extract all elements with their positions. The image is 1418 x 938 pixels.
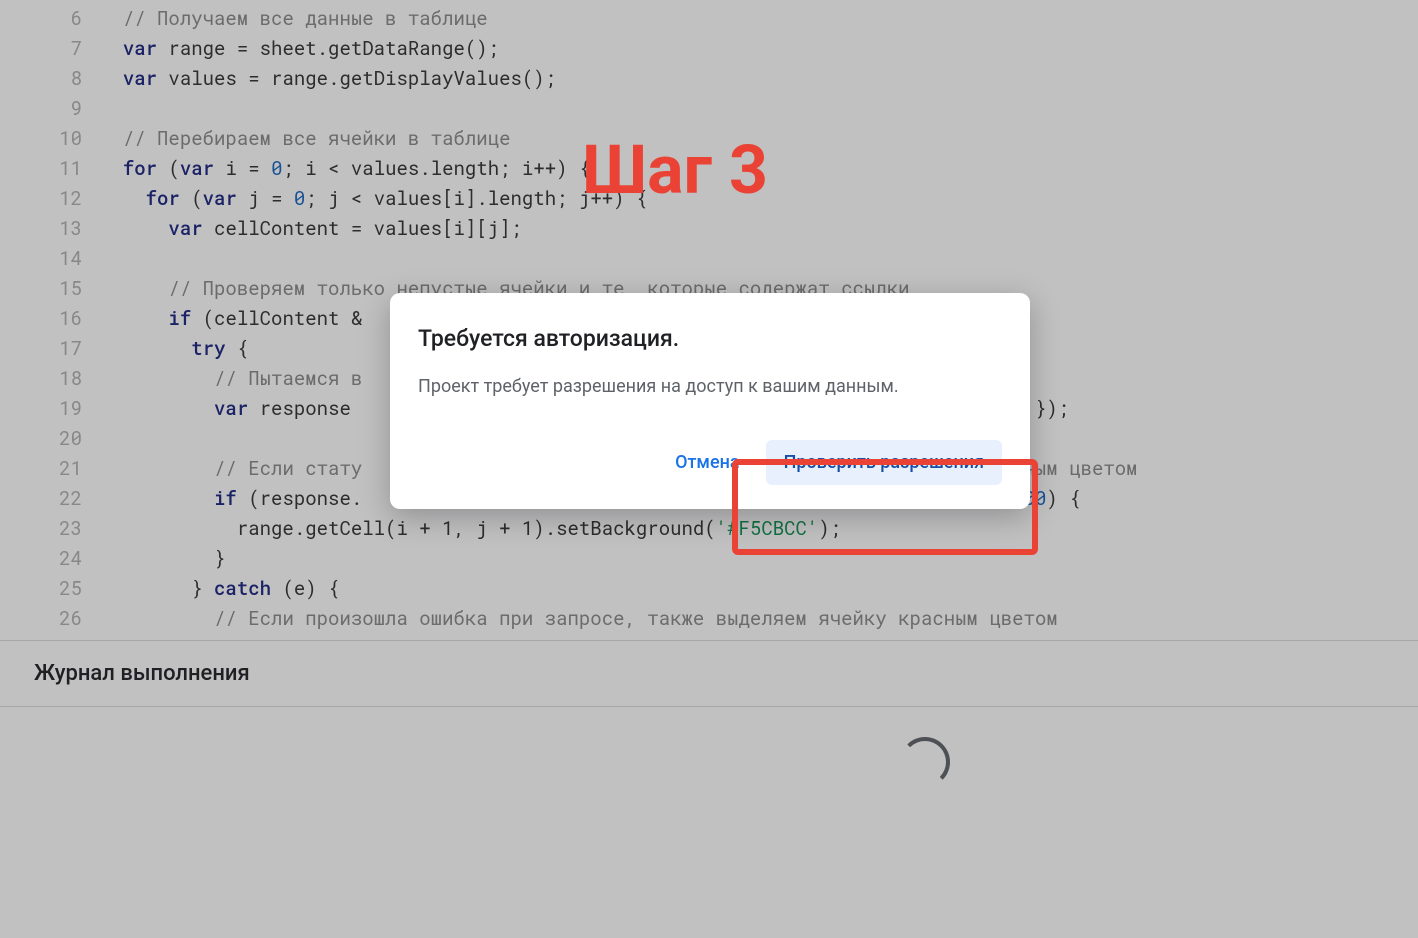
dialog-body: Проект требует разрешения на доступ к ва… xyxy=(418,374,1002,400)
dialog-actions: Отмена Проверить разрешения xyxy=(418,440,1002,499)
dialog-title: Требуется авторизация. xyxy=(418,325,1002,352)
authorization-dialog: Требуется авторизация. Проект требует ра… xyxy=(390,293,1030,509)
cancel-button[interactable]: Отмена xyxy=(657,440,758,485)
review-permissions-button[interactable]: Проверить разрешения xyxy=(766,440,1002,485)
